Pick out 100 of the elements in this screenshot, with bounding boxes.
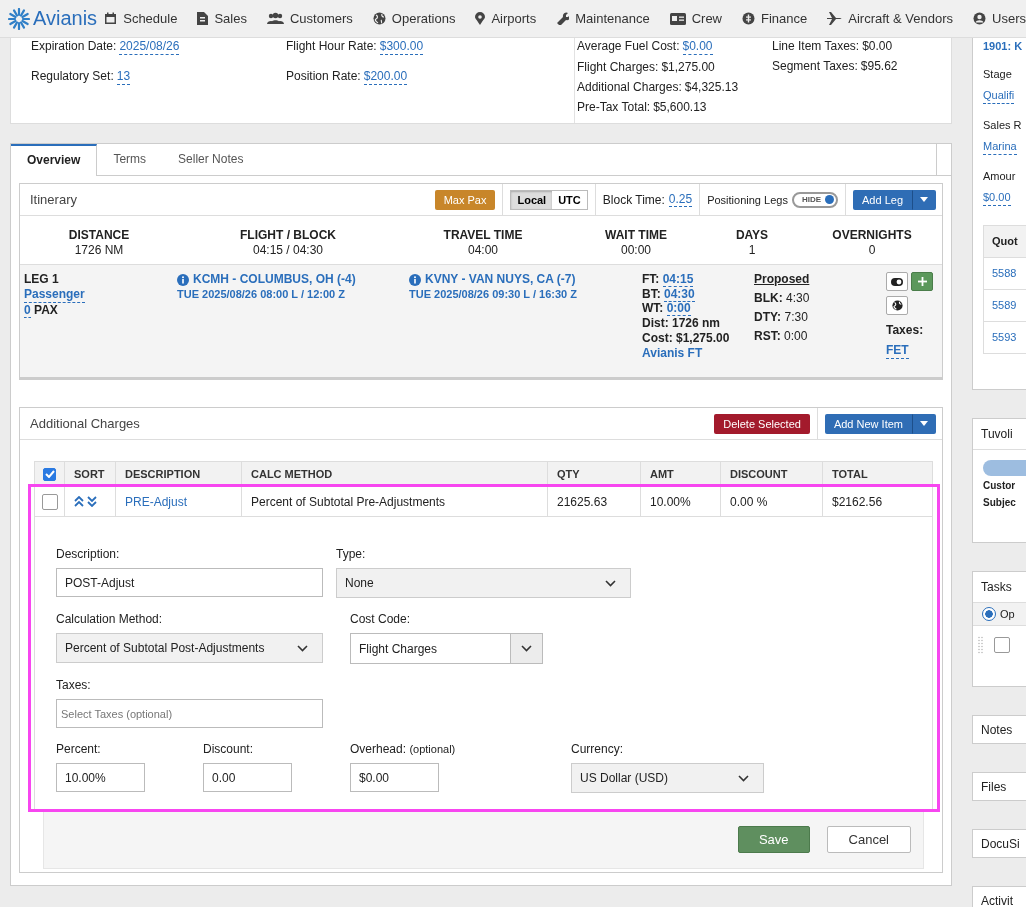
chevron-down-icon <box>605 579 616 587</box>
type-select[interactable]: None <box>336 568 631 598</box>
nav-menu-item[interactable]: Schedule <box>104 11 178 26</box>
stat-value: 04:15 / 04:30 <box>252 243 324 258</box>
field-value: $5,600.13 <box>653 99 707 115</box>
field-label: Discount: <box>203 742 254 756</box>
add-new-item-button[interactable]: Add New Item <box>824 413 912 434</box>
taxes-label: Taxes: <box>886 323 924 338</box>
proposed-value: 4:30 <box>786 291 810 305</box>
nav-menu-item[interactable]: Airports <box>475 11 537 26</box>
info-icon[interactable] <box>177 273 189 286</box>
taxes-input[interactable]: Select Taxes (optional) <box>56 699 323 728</box>
tab[interactable]: Overview <box>11 144 98 176</box>
charge-description-link[interactable]: PRE-Adjust <box>125 494 188 509</box>
save-button[interactable]: Save <box>737 826 810 853</box>
field-value-link[interactable]: 13 <box>116 68 131 85</box>
logo-wordmark[interactable]: Avianis <box>33 7 98 30</box>
field-label: Currency: <box>571 742 623 756</box>
discount-input[interactable]: 0.00 <box>203 763 292 792</box>
nav-menu-item[interactable]: Maintenance <box>556 11 650 26</box>
column-header: QTY <box>547 462 640 486</box>
add-icon-button[interactable] <box>911 272 933 291</box>
chevron-down-icon <box>521 645 532 652</box>
cost-code-select[interactable]: Flight Charges <box>350 633 543 664</box>
percent-input[interactable]: 10.00% <box>56 763 145 792</box>
stat-label: FLIGHT / BLOCK <box>240 228 336 243</box>
time-value-link[interactable]: 04:30 <box>664 286 695 302</box>
sunburst-logo-icon <box>8 7 30 30</box>
calculator-link[interactable]: Avianis FT <box>642 345 703 361</box>
tab[interactable]: Terms <box>97 144 163 175</box>
add-item-menu-button[interactable] <box>912 413 936 434</box>
quote-link[interactable]: 5589 <box>984 289 1026 321</box>
nav-menu-item[interactable]: Sales <box>197 11 247 26</box>
stat-label: DISTANCE <box>68 228 130 243</box>
field-value-link[interactable]: 2025/08/26 <box>119 38 180 55</box>
tab[interactable]: Seller Notes <box>162 144 260 175</box>
stat-value: 1 <box>748 243 756 258</box>
stat-label: DAYS <box>735 228 769 243</box>
block-time-link[interactable]: 0.25 <box>668 192 693 207</box>
drag-handle-icon[interactable] <box>978 636 984 654</box>
field-value-link[interactable]: $300.00 <box>379 38 424 55</box>
add-leg-button[interactable]: Add Leg <box>853 189 912 210</box>
globe-icon-button[interactable] <box>886 296 908 315</box>
move-up-icon[interactable] <box>74 496 84 507</box>
row-checkbox[interactable] <box>41 493 58 510</box>
field-label: Amour <box>983 169 1016 184</box>
pax-label: PAX <box>34 303 58 317</box>
move-down-icon[interactable] <box>87 496 97 507</box>
info-icon[interactable] <box>409 273 421 286</box>
quote-link[interactable]: 5593 <box>984 321 1026 353</box>
cost-text: Cost: $1,275.00 <box>642 330 730 346</box>
cancel-button[interactable]: Cancel <box>826 826 911 853</box>
nav-menu-item[interactable]: Operations <box>372 11 456 26</box>
opportunity-link[interactable]: K <box>1014 40 1023 52</box>
nav-menu-item[interactable]: Finance <box>742 11 808 26</box>
tax-link[interactable]: FET <box>886 343 909 359</box>
overhead-input[interactable]: $0.00 <box>350 763 439 792</box>
calculation-method-select[interactable]: Percent of Subtotal Post-Adjustments <box>56 633 323 663</box>
task-checkbox[interactable] <box>994 637 1010 653</box>
delete-selected-button[interactable]: Delete Selected <box>714 413 810 434</box>
field-value-link[interactable]: $0.00 <box>983 190 1011 206</box>
field-value-link[interactable]: $200.00 <box>363 68 408 85</box>
optional-note: (optional) <box>409 743 456 755</box>
field-label: Line Item Taxes: <box>772 38 860 54</box>
description-input[interactable]: POST-Adjust <box>56 568 323 597</box>
coin-icon <box>742 12 755 25</box>
departure-time: TUE 2025/08/26 08:00 L / 12:00 Z <box>177 287 345 302</box>
select-all-checkbox[interactable] <box>43 467 56 481</box>
stat-value: 00:00 <box>621 243 651 258</box>
add-leg-menu-button[interactable] <box>912 189 936 210</box>
toggle-icon-button[interactable] <box>886 272 908 291</box>
field-value-link[interactable]: Qualifi <box>983 88 1015 104</box>
quote-link[interactable]: 5588 <box>984 257 1026 289</box>
field-label: Expiration Date: <box>31 38 117 55</box>
proposed-value: 7:30 <box>784 310 808 324</box>
field-value-link[interactable]: Marina <box>983 139 1017 155</box>
airport-link[interactable]: KVNY - VAN NUYS, CA (-7) <box>425 272 576 287</box>
time-value-link[interactable]: 04:15 <box>662 272 694 287</box>
field-value-link[interactable]: $0.00 <box>682 38 713 55</box>
flight-type-link[interactable]: Passenger <box>24 287 85 303</box>
currency-select[interactable]: US Dollar (USD) <box>571 763 764 793</box>
proposed-heading: Proposed <box>754 272 810 287</box>
map-pin-icon <box>475 12 486 25</box>
hide-toggle-switch[interactable]: HIDE <box>791 191 838 208</box>
field-label: Pre-Tax Total: <box>577 99 651 115</box>
nav-menu-item[interactable]: Users <box>973 11 1026 26</box>
time-mode-button[interactable]: Local <box>511 190 553 209</box>
nav-menu-item[interactable]: Crew <box>669 11 722 26</box>
time-value-link[interactable]: 0:00 <box>666 301 691 317</box>
field-label: Segment Taxes: <box>772 58 858 74</box>
nav-menu-item[interactable]: Customers <box>266 11 353 26</box>
field-label: Taxes: <box>56 678 91 692</box>
nav-menu-item[interactable]: Aircraft & Vendors <box>827 11 954 26</box>
field-label: Position Rate: <box>286 68 361 85</box>
pax-count-link[interactable]: 0 <box>24 303 31 318</box>
field-value: $95.62 <box>860 58 898 74</box>
field-label: Percent: <box>56 742 101 756</box>
field-label: Average Fuel Cost: <box>577 38 680 55</box>
radio-button[interactable] <box>982 607 996 621</box>
airport-link[interactable]: KCMH - COLUMBUS, OH (-4) <box>193 272 356 287</box>
